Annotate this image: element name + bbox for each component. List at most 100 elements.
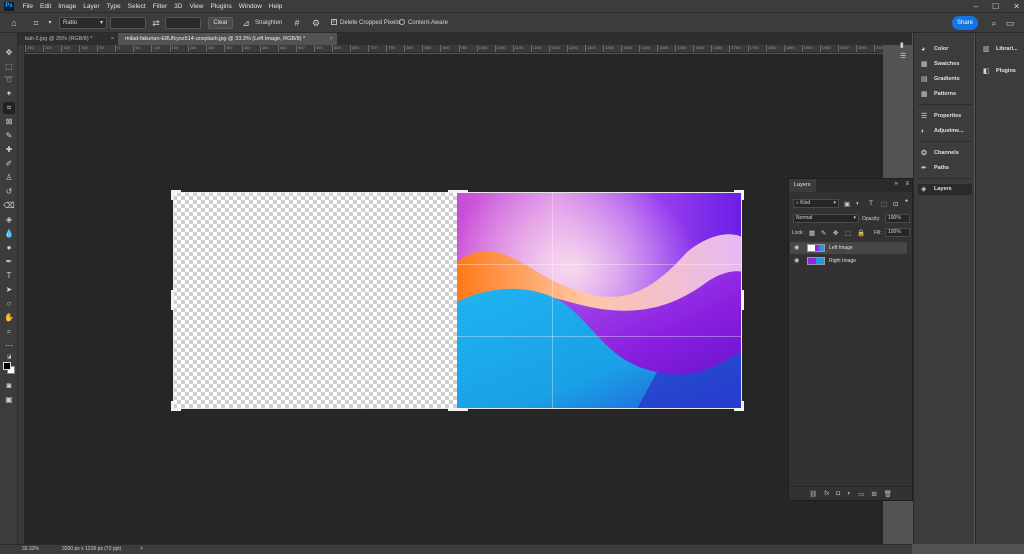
- dodge-tool-icon[interactable]: ●: [3, 242, 15, 254]
- brush-tool-icon[interactable]: ✐: [3, 158, 15, 170]
- dock-plugins[interactable]: ◧ Plugins: [980, 66, 1024, 77]
- hand-tool-icon[interactable]: ✋: [3, 312, 15, 324]
- layer-row-right-image[interactable]: ◉ Right Image: [790, 255, 907, 267]
- dock-swatches[interactable]: ▦ Swatches: [918, 59, 972, 70]
- menu-edit[interactable]: Edit: [36, 3, 54, 10]
- maximize-icon[interactable]: ☐: [992, 2, 999, 11]
- new-layer-icon[interactable]: ⊞: [871, 490, 876, 498]
- dock-adjustments[interactable]: ◐ Adjustme...: [918, 126, 972, 137]
- crop-handle-top-left[interactable]: [171, 190, 174, 200]
- add-mask-icon[interactable]: ◘: [836, 490, 840, 497]
- dock-paths[interactable]: ✒ Paths: [918, 163, 972, 174]
- menu-filter[interactable]: Filter: [149, 3, 170, 10]
- content-aware-checkbox[interactable]: Content-Aware: [399, 17, 448, 29]
- history-icon[interactable]: ☰: [900, 52, 906, 60]
- menu-type[interactable]: Type: [103, 3, 124, 10]
- visibility-eye-icon[interactable]: ◉: [794, 255, 799, 267]
- link-layers-icon[interactable]: ⛓: [809, 490, 817, 498]
- lock-artboard-icon[interactable]: ⬚: [845, 229, 851, 237]
- layers-tab[interactable]: Layers: [789, 179, 816, 192]
- dock-color[interactable]: ◕ Color: [918, 44, 972, 55]
- menu-view[interactable]: View: [186, 3, 207, 10]
- swap-icon[interactable]: ⇄: [150, 17, 162, 29]
- collapse-icon[interactable]: »: [895, 181, 898, 187]
- crop-tool-icon[interactable]: ⌗: [3, 102, 15, 114]
- crop-tool-preset-icon[interactable]: ⌗: [30, 17, 42, 29]
- menu-help[interactable]: Help: [265, 3, 285, 10]
- dock-properties[interactable]: ☰ Properties: [918, 111, 972, 122]
- crop-handle-right[interactable]: [741, 290, 744, 310]
- share-button[interactable]: Share: [952, 16, 978, 30]
- crop-handle-left[interactable]: [171, 290, 174, 310]
- marquee-tool-icon[interactable]: ⬚: [3, 61, 15, 73]
- move-tool-icon[interactable]: ✥: [3, 47, 15, 59]
- ratio-select[interactable]: Ratio ▾: [59, 17, 107, 29]
- menu-plugins[interactable]: Plugins: [207, 3, 235, 10]
- magic-wand-tool-icon[interactable]: ✦: [3, 88, 15, 100]
- lock-transparent-icon[interactable]: ▦: [809, 229, 815, 237]
- panel-menu-icon[interactable]: ≡: [905, 181, 909, 187]
- screen-mode-icon[interactable]: ▣: [3, 394, 15, 406]
- ellipse-tool-icon[interactable]: ○: [3, 298, 15, 310]
- lasso-tool-icon[interactable]: ➰: [3, 74, 15, 86]
- menu-select[interactable]: Select: [124, 3, 149, 10]
- type-tool-icon[interactable]: T: [3, 270, 15, 282]
- search-icon[interactable]: ⌕: [988, 17, 1000, 29]
- filter-kind-select[interactable]: ⌕ Kind ▾: [793, 199, 839, 208]
- filter-toggle-icon[interactable]: ●: [905, 198, 908, 204]
- adjustment-filter-icon[interactable]: ◐: [856, 200, 860, 207]
- pixel-filter-icon[interactable]: ▣: [844, 200, 850, 208]
- height-input[interactable]: [165, 17, 201, 29]
- crop-handle-top-right[interactable]: [741, 190, 744, 200]
- home-icon[interactable]: ⌂: [8, 17, 20, 29]
- dock-layers[interactable]: ◈ Layers: [918, 184, 972, 195]
- crop-handle-bottom-right[interactable]: [741, 401, 744, 411]
- crop-handle-bottom-left[interactable]: [171, 401, 174, 411]
- lock-all-icon[interactable]: 🔒: [857, 229, 865, 237]
- menu-layer[interactable]: Layer: [80, 3, 103, 10]
- layer-row-left-image[interactable]: ◉ Left Image: [790, 242, 907, 254]
- new-group-icon[interactable]: ▭: [858, 490, 864, 498]
- zoom-level[interactable]: 33.33%: [22, 545, 39, 554]
- healing-brush-tool-icon[interactable]: ✚: [3, 144, 15, 156]
- adjustment-layer-icon[interactable]: ◐: [847, 490, 851, 497]
- workspace-icon[interactable]: ▭: [1004, 17, 1016, 29]
- minimize-icon[interactable]: –: [974, 2, 978, 11]
- frame-tool-icon[interactable]: ⊠: [3, 116, 15, 128]
- vertical-ruler[interactable]: [18, 45, 25, 544]
- type-filter-icon[interactable]: T: [869, 200, 873, 207]
- chevron-down-icon[interactable]: ▾: [44, 17, 56, 29]
- dock-channels[interactable]: ❂ Channels: [918, 148, 972, 159]
- clear-button[interactable]: Clear: [208, 17, 233, 29]
- dock-patterns[interactable]: ▦ Patterns: [918, 89, 972, 100]
- pen-tool-icon[interactable]: ✒: [3, 256, 15, 268]
- straighten-icon[interactable]: ⊿: [240, 17, 252, 29]
- foreground-color-swatch[interactable]: [3, 362, 11, 370]
- menu-3d[interactable]: 3D: [171, 3, 186, 10]
- blend-mode-select[interactable]: Normal ▾: [793, 214, 859, 223]
- crop-handle-top[interactable]: [448, 190, 468, 193]
- tab-bali[interactable]: bali-3.jpg @ 25% (RGB/8) * ×: [18, 33, 118, 45]
- fill-input[interactable]: 100%: [885, 228, 910, 237]
- width-input[interactable]: [110, 17, 146, 29]
- path-selection-tool-icon[interactable]: ➤: [3, 284, 15, 296]
- info-icon[interactable]: ▮: [900, 41, 904, 49]
- trash-icon[interactable]: 🗑: [884, 490, 892, 498]
- blur-tool-icon[interactable]: 💧: [3, 228, 15, 240]
- close-icon[interactable]: ×: [111, 33, 114, 45]
- layer-name[interactable]: Left Image: [829, 242, 853, 254]
- straighten-label[interactable]: Straighten: [255, 17, 282, 29]
- menu-image[interactable]: Image: [55, 3, 80, 10]
- gear-icon[interactable]: ⚙: [310, 17, 322, 29]
- opacity-input[interactable]: 100%: [885, 214, 910, 223]
- eyedropper-tool-icon[interactable]: ✎: [3, 130, 15, 142]
- crop-handle-bottom[interactable]: [448, 408, 468, 411]
- close-window-icon[interactable]: ✕: [1013, 2, 1020, 11]
- dock-gradients[interactable]: ▤ Gradients: [918, 74, 972, 85]
- delete-cropped-checkbox[interactable]: ✓ Delete Cropped Pixels: [331, 17, 400, 29]
- smart-object-filter-icon[interactable]: ⊡: [893, 200, 898, 208]
- quick-mask-icon[interactable]: ◙: [3, 380, 15, 392]
- status-menu-arrow[interactable]: >: [140, 545, 143, 554]
- fx-icon[interactable]: fx: [824, 490, 829, 497]
- visibility-eye-icon[interactable]: ◉: [794, 242, 799, 254]
